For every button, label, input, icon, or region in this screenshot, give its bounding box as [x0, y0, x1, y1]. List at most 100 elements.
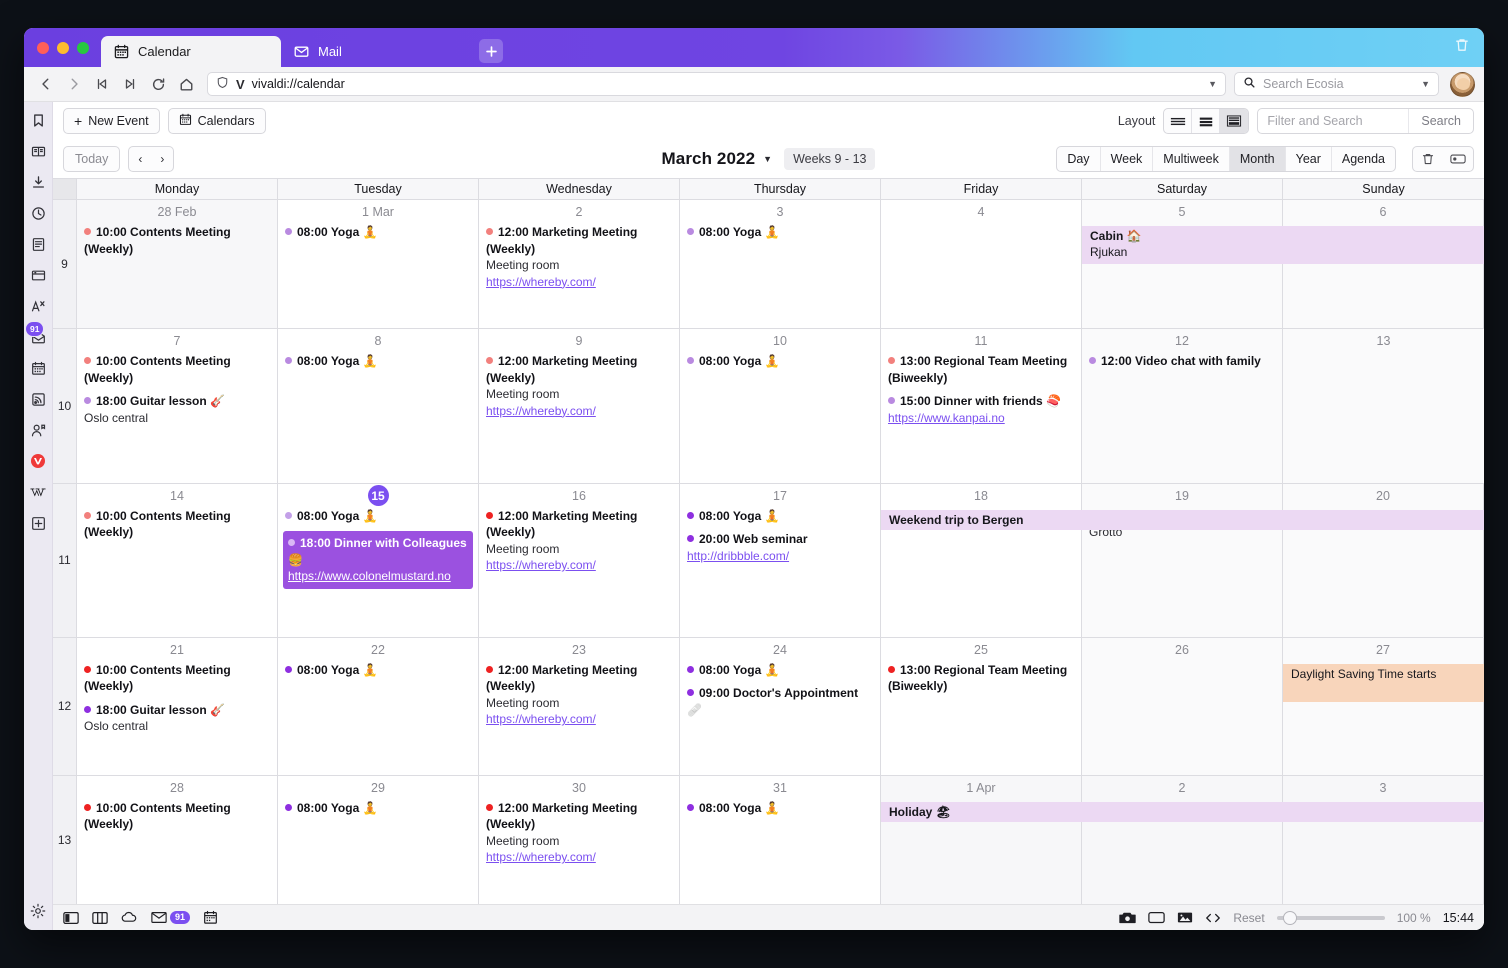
calendar-event[interactable]: 10:00 Contents Meeting (Weekly) — [84, 508, 270, 541]
zoom-slider[interactable] — [1276, 910, 1385, 925]
search-field[interactable]: Search Ecosia ▼ — [1234, 72, 1439, 96]
calendar-event[interactable]: 08:00 Yoga 🧘 — [687, 662, 873, 679]
vivaldi-v-icon[interactable]: V — [236, 77, 245, 92]
new-tab-button[interactable] — [479, 39, 503, 63]
day-cell[interactable]: 11 13:00 Regional Team Meeting (Biweekly)… — [881, 329, 1082, 483]
day-cell[interactable]: 25 13:00 Regional Team Meeting (Biweekly) — [881, 637, 1082, 775]
day-cell[interactable]: 22 08:00 Yoga 🧘 — [278, 637, 479, 775]
week-number[interactable]: 13 — [53, 775, 77, 905]
day-cell[interactable]: 2 12:00 Marketing Meeting (Weekly) Meeting… — [479, 200, 680, 329]
event-link[interactable]: https://www.kanpai.no — [888, 411, 1005, 425]
rewind-icon[interactable] — [89, 71, 115, 97]
minimize-window-button[interactable] — [57, 42, 69, 54]
tab-mail[interactable]: Mail — [281, 36, 471, 67]
day-cell[interactable]: 1 Apr — [881, 775, 1082, 905]
image-toggle-icon[interactable] — [1177, 911, 1193, 924]
view-year[interactable]: Year — [1286, 147, 1332, 171]
fast-forward-icon[interactable] — [117, 71, 143, 97]
day-cell[interactable]: 4 — [881, 200, 1082, 329]
calendar-event[interactable]: 08:00 Yoga 🧘 — [687, 508, 873, 525]
day-cell[interactable]: 28 10:00 Contents Meeting (Weekly) — [77, 775, 278, 905]
week-number[interactable]: 10 — [53, 329, 77, 483]
next-period-button[interactable]: › — [151, 147, 173, 171]
gear-icon[interactable] — [29, 902, 47, 920]
day-cell[interactable]: 8 08:00 Yoga 🧘 — [278, 329, 479, 483]
calendar-event[interactable]: 08:00 Yoga 🧘 — [687, 800, 873, 817]
day-cell[interactable]: 9 12:00 Marketing Meeting (Weekly) Meeting… — [479, 329, 680, 483]
event-link[interactable]: https://whereby.com/ — [486, 712, 596, 726]
day-cell[interactable]: 3 08:00 Yoga 🧘 — [680, 200, 881, 329]
layout-option-compact-rows[interactable] — [1164, 109, 1193, 133]
day-cell[interactable]: 16 12:00 Marketing Meeting (Weekly) Meetin… — [479, 483, 680, 637]
clock-icon[interactable] — [29, 204, 47, 222]
calendar-event[interactable]: 09:00 Doctor's Appointment 🩹 — [687, 685, 873, 718]
panel-toggle-icon[interactable] — [63, 911, 79, 925]
view-week[interactable]: Week — [1101, 147, 1154, 171]
day-cell[interactable]: 26 — [1082, 637, 1283, 775]
all-day-event[interactable]: Weekend trip to Bergen — [880, 509, 1484, 530]
mail-status-icon[interactable]: 91 — [151, 911, 191, 924]
developer-tools-icon[interactable] — [1205, 912, 1221, 924]
calendar-event[interactable]: 12:00 Marketing Meeting (Weekly) Meeting … — [486, 662, 672, 728]
tab-calendar[interactable]: Calendar — [101, 36, 281, 67]
calendar-event[interactable]: 20:00 Web seminar http://dribbble.com/ — [687, 531, 873, 564]
tiling-icon[interactable] — [92, 911, 108, 925]
forward-arrow-icon[interactable] — [61, 71, 87, 97]
window-icon[interactable] — [29, 266, 47, 284]
url-field[interactable]: V vivaldi://calendar ▼ — [207, 72, 1226, 96]
view-agenda[interactable]: Agenda — [1332, 147, 1395, 171]
back-arrow-icon[interactable] — [33, 71, 59, 97]
day-cell[interactable]: 17 08:00 Yoga 🧘 20:00 Web seminar http://dr… — [680, 483, 881, 637]
plus-box-icon[interactable] — [29, 514, 47, 532]
event-link[interactable]: https://www.colonelmustard.no — [288, 569, 451, 583]
chevron-down-icon[interactable]: ▼ — [1208, 79, 1217, 89]
day-cell[interactable]: 2 — [1082, 775, 1283, 905]
day-cell[interactable]: 14 10:00 Contents Meeting (Weekly) — [77, 483, 278, 637]
calendars-button[interactable]: Calendars — [167, 108, 266, 134]
avatar[interactable] — [1450, 71, 1475, 97]
search-input[interactable] — [1258, 109, 1409, 133]
day-cell[interactable]: 12 12:00 Video chat with family — [1082, 329, 1283, 483]
event-toggle-icon[interactable] — [1443, 147, 1473, 171]
calendar-event[interactable]: 13:00 Regional Team Meeting (Biweekly) — [888, 353, 1074, 386]
calendar-event[interactable]: 12:00 Video chat with family — [1089, 353, 1275, 370]
book-icon[interactable] — [29, 142, 47, 160]
calendar-event[interactable]: 08:00 Yoga 🧘 — [285, 224, 471, 241]
view-multiweek[interactable]: Multiweek — [1153, 147, 1230, 171]
maximize-window-button[interactable] — [77, 42, 89, 54]
layout-option-detail-rows[interactable] — [1220, 109, 1249, 133]
mail-panel-icon[interactable]: 91 — [25, 321, 47, 346]
layout-option-medium-rows[interactable] — [1192, 109, 1221, 133]
day-cell[interactable]: 10 08:00 Yoga 🧘 — [680, 329, 881, 483]
bookmark-icon[interactable] — [29, 111, 47, 129]
calendar-event[interactable]: 12:00 Marketing Meeting (Weekly) Meeting … — [486, 353, 672, 419]
day-cell[interactable]: 5 — [1082, 200, 1283, 329]
calendar-event[interactable]: 08:00 Yoga 🧘 — [285, 353, 471, 370]
event-link[interactable]: https://whereby.com/ — [486, 558, 596, 572]
new-event-button[interactable]: + New Event — [63, 108, 160, 134]
capture-icon[interactable] — [1119, 911, 1137, 924]
view-month[interactable]: Month — [1229, 147, 1286, 171]
contacts-icon[interactable] — [29, 421, 47, 439]
week-number[interactable]: 11 — [53, 483, 77, 637]
day-cell[interactable]: 28 Feb 10:00 Contents Meeting (Weekly) — [77, 200, 278, 329]
day-cell[interactable]: 3 — [1283, 775, 1484, 905]
day-cell[interactable]: 13 — [1283, 329, 1484, 483]
day-cell[interactable]: 7 10:00 Contents Meeting (Weekly) 18:00 Gu… — [77, 329, 278, 483]
event-link[interactable]: https://whereby.com/ — [486, 275, 596, 289]
shield-icon[interactable] — [216, 76, 229, 92]
day-cell[interactable]: 31 08:00 Yoga 🧘 — [680, 775, 881, 905]
day-cell[interactable]: 18 — [881, 483, 1082, 637]
all-day-event[interactable]: Daylight Saving Time starts — [1283, 663, 1484, 702]
fullscreen-icon[interactable] — [1148, 911, 1166, 924]
calendar-event[interactable]: 08:00 Yoga 🧘 — [285, 508, 471, 525]
close-window-button[interactable] — [37, 42, 49, 54]
search-button[interactable]: Search — [1408, 109, 1473, 133]
day-cell[interactable]: 29 08:00 Yoga 🧘 — [278, 775, 479, 905]
day-cell[interactable]: 24 08:00 Yoga 🧘 09:00 Doctor's Appointment… — [680, 637, 881, 775]
calendar-panel-icon[interactable] — [29, 359, 47, 377]
calendar-event[interactable]: 12:00 Marketing Meeting (Weekly) Meeting … — [486, 800, 672, 866]
week-number[interactable]: 9 — [53, 200, 77, 329]
calendar-event[interactable]: 18:00 Guitar lesson 🎸 Oslo central — [84, 702, 270, 735]
calendar-event[interactable]: 18:00 Dinner with Colleagues 🍔 https://ww… — [283, 531, 473, 589]
